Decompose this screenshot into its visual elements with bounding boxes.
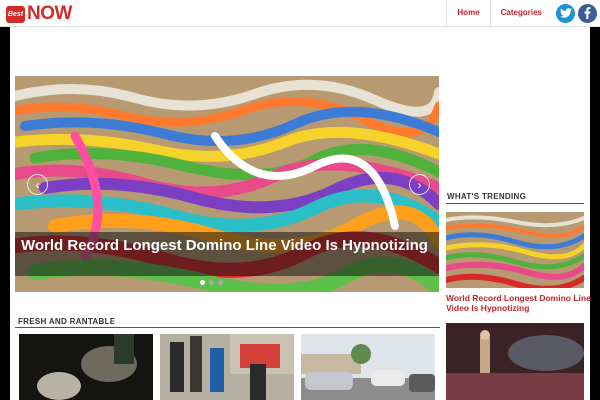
nav-home[interactable]: Home [447,0,489,26]
twitter-icon[interactable] [556,3,575,23]
fresh-section-title: FRESH AND RANTABLE [18,317,116,326]
logo-text: NOW [27,3,72,24]
article-thumbnail[interactable] [160,334,294,400]
chevron-left-icon[interactable]: ‹ [27,174,48,195]
trending-section-title: WHAT'S TRENDING [447,192,527,201]
slide-title[interactable]: World Record Longest Domino Line Video I… [21,236,433,255]
site-logo[interactable]: Best NOW [6,3,72,25]
trending-thumbnail[interactable] [446,323,584,400]
article-thumbnail[interactable] [301,334,435,400]
slider-dot[interactable] [200,280,205,285]
slider-dot[interactable] [218,280,223,285]
thumbnail-image [19,334,153,400]
slider-pagination [200,280,223,285]
article-thumbnail[interactable] [19,334,153,400]
site-header: Best NOW Home Categories [0,0,600,27]
featured-slider[interactable]: ‹ › World Record Longest Domino Line Vid… [15,76,439,292]
nav-categories[interactable]: Categories [491,0,552,26]
trending-image [446,212,584,288]
logo-badge: Best [6,5,25,23]
section-divider [446,203,584,204]
facebook-icon[interactable] [578,3,597,23]
thumbnail-image [160,334,294,400]
slider-dot[interactable] [209,280,214,285]
thumbnail-image [301,334,435,400]
trending-image [446,323,584,400]
trending-thumbnail[interactable] [446,212,584,288]
slide-caption[interactable]: World Record Longest Domino Line Video I… [15,232,439,276]
chevron-right-icon[interactable]: › [409,174,430,195]
section-divider [15,327,440,328]
trending-item-title[interactable]: World Record Longest Domino Line Video I… [446,293,600,313]
main-nav: Home Categories [446,0,600,26]
